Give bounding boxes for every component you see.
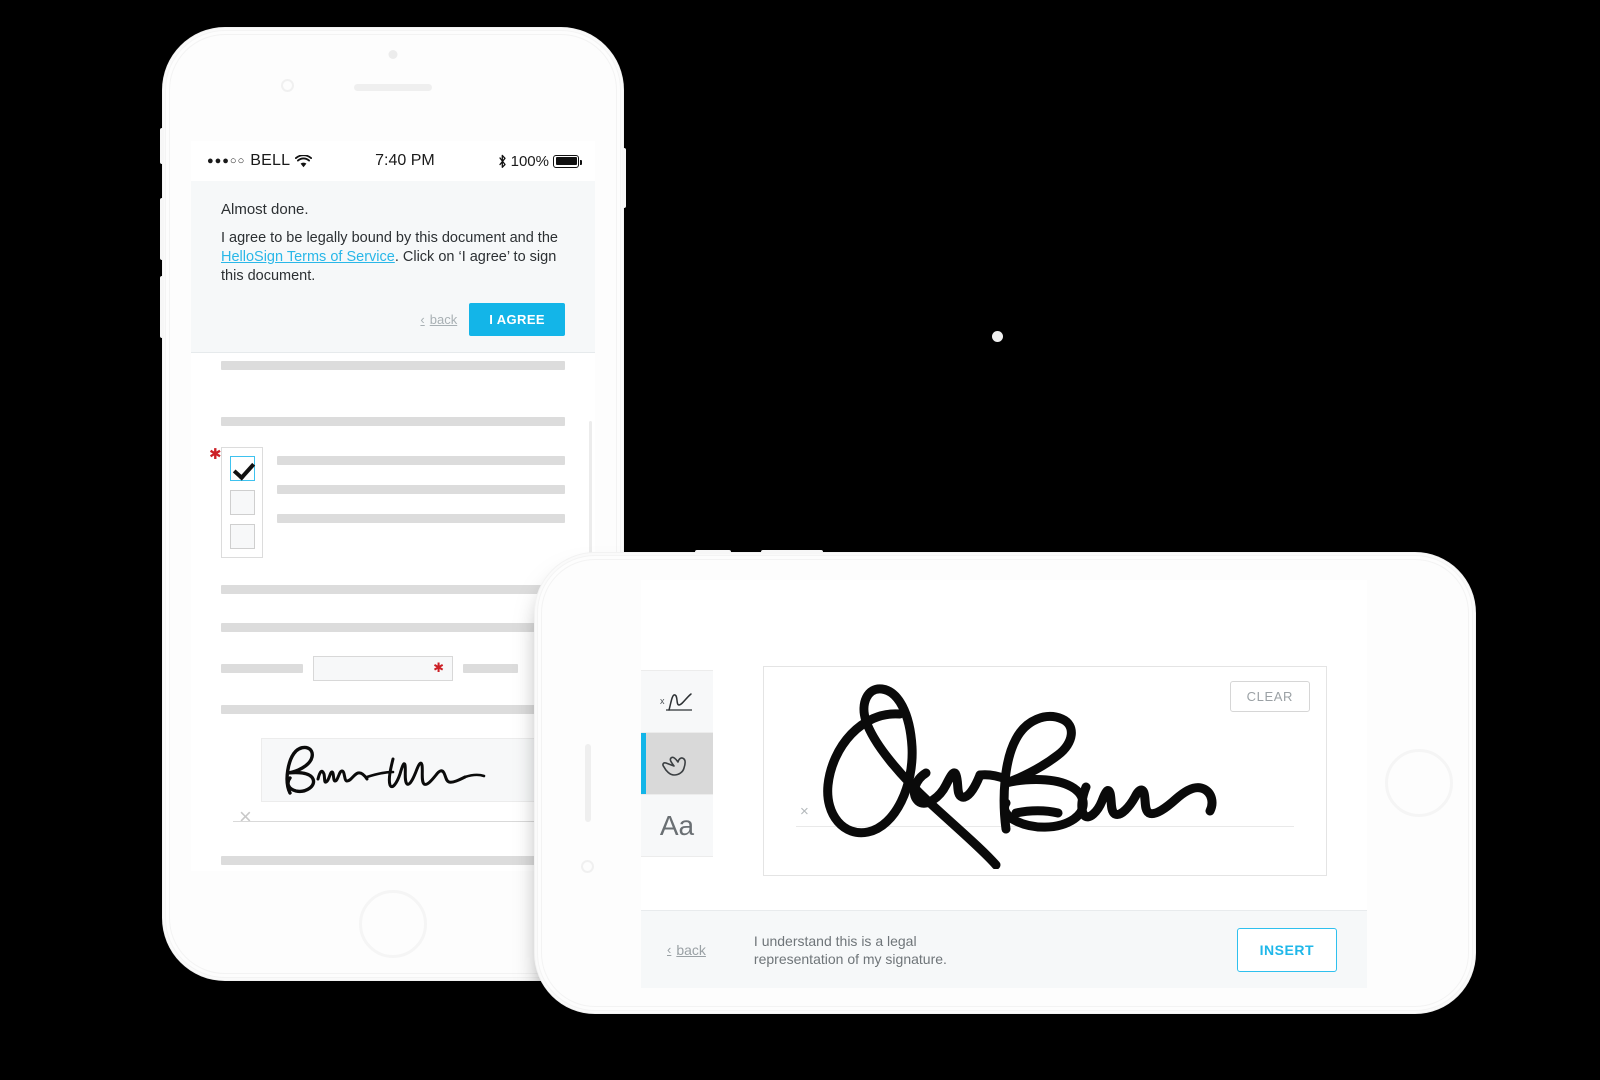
required-asterisk: ✱ [433, 660, 444, 675]
chevron-left-icon: ‹ [420, 312, 425, 327]
signature-editor: x Aa CLEAR × [641, 580, 1367, 910]
volume-up-button[interactable] [695, 550, 731, 554]
panel-actions: ‹ back I AGREE [221, 303, 565, 336]
back-button[interactable]: ‹ back [420, 312, 457, 327]
panel-title: Almost done. [221, 201, 309, 218]
back-button-label: back [676, 941, 706, 958]
landscape-phone-screen: x Aa CLEAR × ‹ back I understand this is… [641, 580, 1367, 988]
text-field-row: ✱ [221, 656, 565, 681]
earpiece-speaker [354, 84, 432, 91]
placeholder-text-line [221, 623, 565, 632]
panel-body: I agree to be legally bound by this docu… [221, 229, 565, 286]
terms-of-service-link[interactable]: HelloSign Terms of Service [221, 249, 395, 265]
chevron-left-icon: ‹ [667, 942, 672, 957]
svg-text:x: x [660, 696, 665, 706]
checkbox-group[interactable] [221, 447, 263, 558]
drawn-signature-image [823, 684, 1217, 869]
signature-pad-container: CLEAR × [713, 580, 1367, 910]
placeholder-text-line [221, 705, 565, 714]
battery-percent-label: 100% [510, 152, 549, 170]
placeholder-text-line [221, 361, 565, 370]
type-text-icon: Aa [659, 809, 695, 841]
clock-label: 7:40 PM [375, 152, 435, 169]
signature-pad-baseline [796, 826, 1294, 827]
placeholder-text-line [277, 456, 565, 465]
legal-disclaimer: I understand this is a legal representat… [732, 932, 1211, 968]
checkbox-option-3[interactable] [229, 524, 255, 549]
placeholder-text-line [221, 664, 303, 673]
signature-image [285, 745, 486, 795]
bluetooth-icon [498, 154, 507, 169]
placeholder-text-line [221, 856, 565, 865]
mouse-cursor [992, 331, 1003, 342]
placeholder-text-line [463, 664, 518, 673]
signature-field[interactable] [261, 738, 569, 802]
volume-up-button[interactable] [160, 198, 164, 260]
placeholder-text-line [277, 485, 565, 494]
volume-down-button[interactable] [761, 550, 823, 554]
i-agree-button[interactable]: I AGREE [469, 303, 565, 336]
checkbox-option-labels [277, 456, 565, 543]
carrier-label: BELL [250, 152, 291, 169]
remove-signature-icon[interactable]: × [239, 806, 252, 828]
status-bar: ●●●○○ BELL 7:40 PM 100% [191, 141, 595, 181]
power-button[interactable] [622, 148, 626, 208]
required-asterisk: ✱ [209, 446, 222, 463]
signature-line-icon: x [658, 689, 696, 715]
front-camera-icon [281, 79, 294, 92]
hand-pointer-icon [660, 749, 694, 779]
panel-body-part1: I agree to be legally bound by this docu… [221, 230, 558, 246]
silent-switch[interactable] [160, 128, 164, 164]
landscape-phone-device: x Aa CLEAR × ‹ back I understand this is… [535, 550, 1475, 1013]
placeholder-text-line [221, 585, 565, 594]
wifi-icon [295, 154, 313, 168]
sidebar-item-draw-signature[interactable]: x [641, 670, 713, 733]
required-text-input[interactable]: ✱ [313, 656, 453, 681]
clear-signature-button[interactable]: CLEAR [1229, 681, 1310, 712]
signature-baseline [233, 821, 573, 822]
sidebar-item-type-signature[interactable]: Aa [641, 795, 713, 857]
proximity-sensor-icon [388, 50, 398, 59]
status-bar-right: 100% [498, 152, 582, 170]
back-button[interactable]: ‹ back [667, 942, 706, 958]
status-bar-left: ●●●○○ BELL [207, 152, 313, 170]
signature-footer: ‹ back I understand this is a legal repr… [641, 910, 1367, 988]
placeholder-text-line [221, 417, 565, 426]
placeholder-text-line [277, 514, 565, 523]
checkbox-option-1[interactable] [229, 456, 255, 481]
legal-disclaimer-line-1: I understand this is a legal [753, 932, 917, 949]
home-button[interactable] [1385, 749, 1453, 817]
signature-x-marker: × [800, 803, 809, 820]
insert-signature-button[interactable]: INSERT [1236, 927, 1337, 972]
back-button-label: back [429, 312, 458, 327]
front-camera-icon [581, 860, 594, 873]
signature-tool-rail: x Aa [641, 580, 713, 910]
home-button[interactable] [359, 890, 427, 958]
signal-strength-icon: ●●●○○ [207, 154, 246, 167]
checkbox-option-2[interactable] [229, 490, 255, 515]
almost-done-panel: Almost done. I agree to be legally bound… [191, 181, 595, 353]
earpiece-speaker [585, 744, 591, 822]
signature-pad[interactable]: CLEAR × [763, 666, 1327, 876]
battery-full-icon [553, 154, 582, 168]
volume-down-button[interactable] [160, 276, 164, 338]
legal-disclaimer-line-2: representation of my signature. [753, 950, 947, 967]
sidebar-item-hand-draw[interactable] [641, 733, 713, 795]
